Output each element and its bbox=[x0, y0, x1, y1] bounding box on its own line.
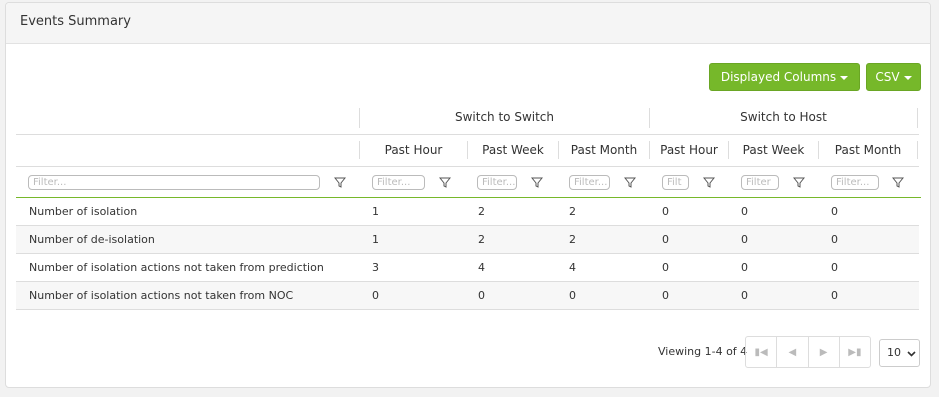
cell-value: 0 bbox=[662, 233, 669, 246]
cell-value: 0 bbox=[569, 289, 576, 302]
group-header-switch-to-switch: Switch to Switch bbox=[454, 110, 555, 124]
cell-value: 2 bbox=[569, 205, 576, 218]
filter-icon[interactable] bbox=[334, 177, 346, 188]
column-header[interactable]: Past Hour bbox=[360, 143, 467, 157]
cell-value: 0 bbox=[741, 233, 748, 246]
filter-input[interactable]: Filter bbox=[741, 175, 779, 190]
chevron-down-icon bbox=[907, 351, 916, 357]
table-row: Number of de-isolation 1 2 2 0 0 0 bbox=[16, 226, 919, 254]
caret-down-icon bbox=[840, 76, 849, 80]
group-header-switch-to-host: Switch to Host bbox=[740, 110, 827, 124]
column-separator bbox=[917, 141, 918, 159]
cell-value: 2 bbox=[478, 233, 485, 246]
filter-input[interactable]: Filter... bbox=[372, 175, 425, 190]
column-header[interactable]: Past Week bbox=[468, 143, 558, 157]
last-page-icon[interactable]: ▶▮ bbox=[840, 337, 870, 367]
column-separator bbox=[917, 108, 918, 128]
page-size-value: 10 bbox=[887, 346, 901, 359]
column-header[interactable]: Past Week bbox=[729, 143, 818, 157]
filter-input[interactable]: Filter... bbox=[831, 175, 879, 190]
cell-value: 0 bbox=[741, 289, 748, 302]
cell-value: 4 bbox=[569, 261, 576, 274]
cell-value: 1 bbox=[372, 205, 379, 218]
first-page-icon[interactable]: ▮◀ bbox=[746, 337, 778, 367]
cell-value: 0 bbox=[662, 289, 669, 302]
displayed-columns-button[interactable]: Displayed Columns bbox=[709, 63, 860, 91]
filter-input[interactable]: Filter... bbox=[569, 175, 610, 190]
header-divider bbox=[16, 166, 919, 167]
cell-value: 0 bbox=[831, 233, 838, 246]
displayed-columns-label: Displayed Columns bbox=[720, 70, 837, 84]
filter-icon[interactable] bbox=[531, 177, 543, 188]
row-label: Number of isolation bbox=[29, 205, 138, 218]
filter-icon[interactable] bbox=[703, 177, 715, 188]
filter-icon[interactable] bbox=[624, 177, 636, 188]
page-size-select[interactable]: 10 bbox=[879, 339, 920, 367]
table-row: Number of isolation actions not taken fr… bbox=[16, 282, 919, 310]
cell-value: 4 bbox=[478, 261, 485, 274]
header-divider bbox=[16, 134, 919, 135]
cell-value: 0 bbox=[372, 289, 379, 302]
cell-value: 0 bbox=[662, 205, 669, 218]
filter-input[interactable]: Filt bbox=[662, 175, 689, 190]
column-header[interactable]: Past Month bbox=[559, 143, 649, 157]
row-label: Number of isolation actions not taken fr… bbox=[29, 261, 324, 274]
column-header[interactable]: Past Hour bbox=[650, 143, 728, 157]
csv-button[interactable]: CSV bbox=[866, 63, 921, 91]
events-summary-panel: Events Summary bbox=[5, 2, 931, 388]
cell-value: 0 bbox=[741, 261, 748, 274]
pagination: ▮◀ ◀ ▶ ▶▮ bbox=[745, 336, 871, 368]
csv-label: CSV bbox=[875, 70, 900, 84]
filter-icon[interactable] bbox=[793, 177, 805, 188]
cell-value: 0 bbox=[662, 261, 669, 274]
column-header[interactable]: Past Month bbox=[819, 143, 917, 157]
viewing-text: Viewing 1-4 of 4 bbox=[658, 345, 748, 358]
row-label: Number of isolation actions not taken fr… bbox=[29, 289, 294, 302]
prev-page-icon[interactable]: ◀ bbox=[777, 337, 809, 367]
filter-input[interactable]: Filter... bbox=[28, 175, 320, 190]
row-label: Number of de-isolation bbox=[29, 233, 155, 246]
cell-value: 2 bbox=[478, 205, 485, 218]
next-page-icon[interactable]: ▶ bbox=[809, 337, 840, 367]
filter-icon[interactable] bbox=[439, 177, 451, 188]
cell-value: 2 bbox=[569, 233, 576, 246]
cell-value: 0 bbox=[831, 205, 838, 218]
filter-icon[interactable] bbox=[892, 177, 904, 188]
caret-down-icon bbox=[903, 76, 912, 80]
cell-value: 0 bbox=[831, 289, 838, 302]
table-row: Number of isolation actions not taken fr… bbox=[16, 254, 919, 282]
panel-title: Events Summary bbox=[6, 3, 930, 44]
filter-input[interactable]: Filter... bbox=[477, 175, 517, 190]
cell-value: 3 bbox=[372, 261, 379, 274]
cell-value: 0 bbox=[831, 261, 838, 274]
cell-value: 0 bbox=[741, 205, 748, 218]
cell-value: 1 bbox=[372, 233, 379, 246]
cell-value: 0 bbox=[478, 289, 485, 302]
table-row: Number of isolation 1 2 2 0 0 0 bbox=[16, 198, 919, 226]
